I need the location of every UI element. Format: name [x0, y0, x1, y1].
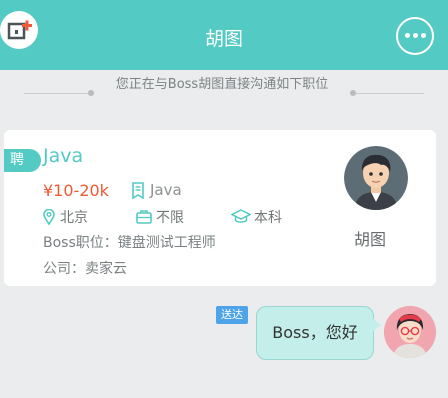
divider-right [356, 93, 424, 94]
divider-dot-left [88, 90, 94, 96]
document-icon [132, 182, 144, 199]
location-icon [43, 209, 55, 225]
job-requirements: 北京 不限 本科 [4, 207, 344, 227]
education-label: 本科 [254, 210, 282, 226]
boss-position: Boss职位：键盘测试工程师 [43, 235, 216, 251]
company-name: 公司：卖家云 [43, 261, 127, 277]
boss-name: 胡图 [354, 230, 387, 249]
boss-avatar[interactable] [344, 146, 408, 210]
divider-left [24, 93, 88, 94]
job-card[interactable]: 聘 Java ¥10-20k Java 北京 不限 本科 Boss职位：键盘测试… [4, 130, 436, 286]
skill-label: Java [150, 181, 182, 199]
notice-text: 您正在与Boss胡图直接沟通如下职位 [115, 77, 329, 92]
graduation-cap-icon [231, 209, 251, 223]
location-label: 北京 [60, 210, 88, 226]
delivered-badge: 送达 [216, 306, 248, 324]
notice-banner: 您正在与Boss胡图直接沟通如下职位 [0, 76, 448, 112]
salary: ¥10-20k [43, 181, 109, 200]
top-bar: 胡图 [0, 0, 448, 70]
briefcase-icon [136, 210, 152, 224]
hiring-tag: 聘 [4, 149, 41, 172]
more-button[interactable] [396, 17, 434, 55]
job-title: Java [43, 145, 84, 167]
user-avatar[interactable] [384, 306, 436, 358]
more-icon [405, 33, 426, 39]
boss-avatar-illustration [344, 146, 408, 210]
page-title: 胡图 [204, 28, 243, 50]
experience-label: 不限 [156, 210, 184, 226]
message-bubble[interactable]: Boss，您好 [256, 306, 374, 360]
bubble-tail [372, 318, 381, 332]
user-avatar-illustration [384, 306, 436, 358]
